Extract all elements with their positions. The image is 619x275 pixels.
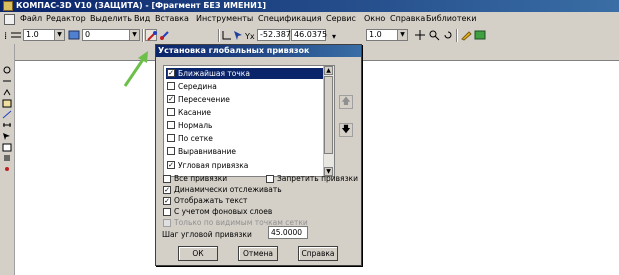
scale-combo[interactable]: 1.0 ▼ [23,29,65,41]
list-item[interactable]: Выравнивание [166,146,324,157]
checkbox[interactable] [167,108,175,116]
svg-text:Yx: Yx [245,32,255,41]
menu-bar: Файл Редактор Выделить Вид Вставка Инстр… [0,12,619,28]
checkbox[interactable]: ✓ [163,186,171,194]
chevron-down-icon[interactable]: ▼ [397,30,407,40]
layer-icon[interactable] [68,29,80,41]
menu-service[interactable]: Сервис [326,14,356,23]
list-item[interactable]: По сетке [166,133,324,144]
step-value: 1.0 [369,30,382,39]
list-item[interactable]: Середина [166,81,324,92]
line-style-icon[interactable] [10,29,22,41]
layer-combo[interactable]: 0 ▼ [82,29,140,41]
move-icon[interactable] [414,29,426,41]
checkbox[interactable] [167,121,175,129]
checkbox[interactable] [167,82,175,90]
list-scrollbar[interactable]: ▲ ▼ [323,66,334,176]
move-up-button[interactable]: 🡅 [339,95,353,109]
checkbox[interactable]: ✓ [167,161,175,169]
list-item[interactable]: ✓ Угловая привязка [166,160,324,171]
menu-tools[interactable]: Инструменты [196,14,253,23]
spec-icon[interactable] [2,143,12,152]
document-icon[interactable] [4,14,15,25]
toolbar-separator [456,29,458,42]
menu-libraries[interactable]: Библиотеки [426,14,476,23]
checkbox[interactable]: ✓ [167,69,175,77]
measure-icon[interactable] [2,121,12,130]
list-item[interactable]: Касание [166,107,324,118]
list-item[interactable]: Нормаль [166,120,324,131]
geometry-icon[interactable] [2,66,12,75]
refresh-icon[interactable] [442,29,454,41]
coords-icon: Yx [244,29,257,41]
snaps-list[interactable]: ✓ Ближайшая точка Середина ✓ Пересечение К… [163,65,335,177]
toolbar-separator [142,29,144,42]
report-icon[interactable] [2,154,12,163]
list-item[interactable]: ✓ Пересечение [166,94,324,105]
checkbox[interactable] [167,134,175,142]
angle-step-label: Шаг угловой привязки [162,230,252,239]
menu-window[interactable]: Окно [364,14,385,23]
green-arrow-icon [123,51,148,87]
more-icon[interactable]: ▾ [330,29,342,41]
cancel-button[interactable]: Отмена [238,246,278,261]
dialog-title: Установка глобальных привязок [156,45,361,57]
window-title: КОМПАС-3D V10 (ЗАЩИТА) - [Фрагмент БЕЗ И… [16,1,267,10]
edit-icon[interactable] [460,29,472,41]
global-snaps-dialog: Установка глобальных привязок ✓ Ближайшая… [155,44,362,266]
coord-y-value: 46.0375 [294,30,328,39]
app-icon [3,1,13,11]
help-button[interactable]: Справка [298,246,338,261]
checkbox[interactable] [266,175,274,183]
svg-text:⁞: ⁞ [4,31,7,41]
chevron-down-icon[interactable]: ▼ [54,30,64,40]
menu-specification[interactable]: Спецификация [258,14,322,23]
checkbox[interactable]: ✓ [163,197,171,205]
checkbox[interactable] [163,208,171,216]
coord-x-field[interactable]: -52.387 [257,29,291,41]
list-item[interactable]: ✓ Ближайшая точка [166,68,324,79]
scroll-up-icon[interactable]: ▲ [324,66,333,75]
toolbar: ⁞ 1.0 ▼ 0 ▼ Yx -52.387 46.0375 ▾ 1.0 ▼ [0,27,619,45]
properties-icon[interactable] [474,29,486,41]
move-down-button[interactable]: 🡇 [339,123,353,137]
dimensions-icon[interactable] [2,77,12,86]
angle-step-input[interactable]: 45.0000 [268,226,308,239]
menu-select[interactable]: Выделить [90,14,132,23]
chevron-down-icon[interactable]: ▼ [129,30,139,40]
svg-text:▾: ▾ [332,32,336,41]
checkbox[interactable] [163,175,171,183]
select-icon[interactable] [2,132,12,141]
menu-editor[interactable]: Редактор [46,14,86,23]
checkbox [163,219,171,227]
scroll-thumb[interactable] [324,76,333,154]
edit-tool-icon[interactable] [2,99,12,108]
menu-file[interactable]: Файл [20,14,42,23]
params-icon[interactable] [2,110,12,119]
checkbox[interactable]: ✓ [167,95,175,103]
zoom-icon[interactable] [428,29,440,41]
coord-x-value: -52.387 [260,30,291,39]
left-toolbar [0,44,15,275]
symbols-icon[interactable] [2,88,12,97]
coord-y-field[interactable]: 46.0375 [291,29,328,41]
cursor-mode-icon[interactable] [232,29,244,41]
local-snap-icon[interactable] [159,29,171,41]
title-bar: КОМПАС-3D V10 (ЗАЩИТА) - [Фрагмент БЕЗ И… [0,0,619,12]
scale-value: 1.0 [26,30,39,39]
ok-button[interactable]: ОК [178,246,218,261]
menu-insert[interactable]: Вставка [155,14,189,23]
insert-icon[interactable] [2,165,12,174]
step-combo[interactable]: 1.0 ▼ [366,29,408,41]
global-snaps-icon[interactable] [145,29,157,41]
menu-help[interactable]: Справка [390,14,425,23]
ortho-icon[interactable] [220,29,232,41]
layer-value: 0 [85,30,91,39]
checkbox[interactable] [167,147,175,155]
menu-view[interactable]: Вид [134,14,150,23]
